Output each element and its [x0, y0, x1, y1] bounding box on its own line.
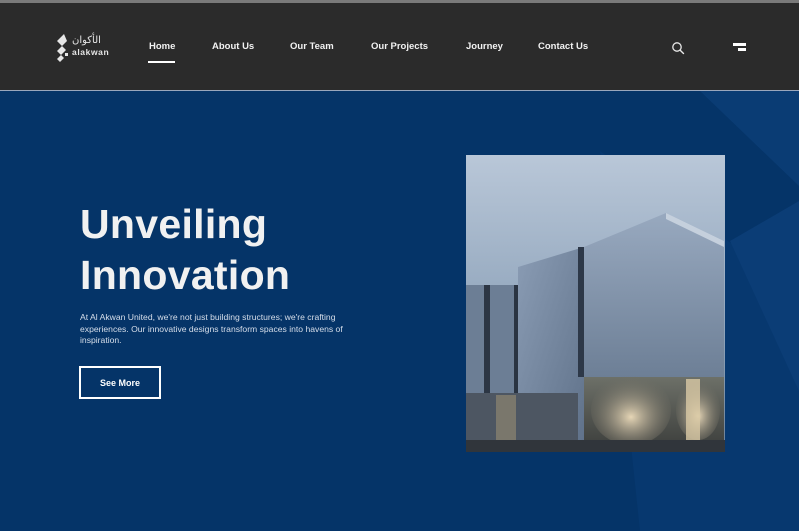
hero-description: At Al Akwan United, we're not just build…: [80, 312, 343, 345]
nav-item-our-team[interactable]: Our Team: [290, 41, 334, 52]
nav-item-about-us[interactable]: About Us: [212, 41, 254, 52]
nav-item-journey[interactable]: Journey: [466, 41, 503, 52]
nav-active-indicator: [148, 61, 175, 63]
menu-button[interactable]: [733, 43, 746, 53]
brand-name-arabic: الأكوان: [72, 35, 101, 46]
brand-logo-mark-icon: [57, 34, 68, 62]
hero-building-image: [466, 155, 725, 452]
hero-section: Unveiling Innovation At Al Akwan United,…: [0, 91, 799, 531]
see-more-button[interactable]: See More: [79, 366, 161, 399]
nav-item-contact-us[interactable]: Contact Us: [538, 41, 588, 52]
hero-title-line-2: Innovation: [80, 252, 291, 298]
brand-name-latin: alakwan: [72, 47, 110, 57]
navbar: الأكوان alakwan Home About Us Our Team O…: [0, 3, 799, 90]
search-button[interactable]: [671, 41, 685, 55]
search-icon: [672, 42, 685, 55]
menu-icon: [733, 43, 746, 46]
menu-icon-bar: [738, 48, 746, 51]
building-illustration: [466, 155, 725, 452]
nav-item-home[interactable]: Home: [149, 41, 175, 52]
nav-item-our-projects[interactable]: Our Projects: [371, 41, 428, 52]
hero-title: Unveiling Innovation: [80, 199, 290, 301]
brand-logo[interactable]: الأكوان alakwan: [55, 33, 117, 65]
hero-title-line-1: Unveiling: [80, 201, 268, 247]
